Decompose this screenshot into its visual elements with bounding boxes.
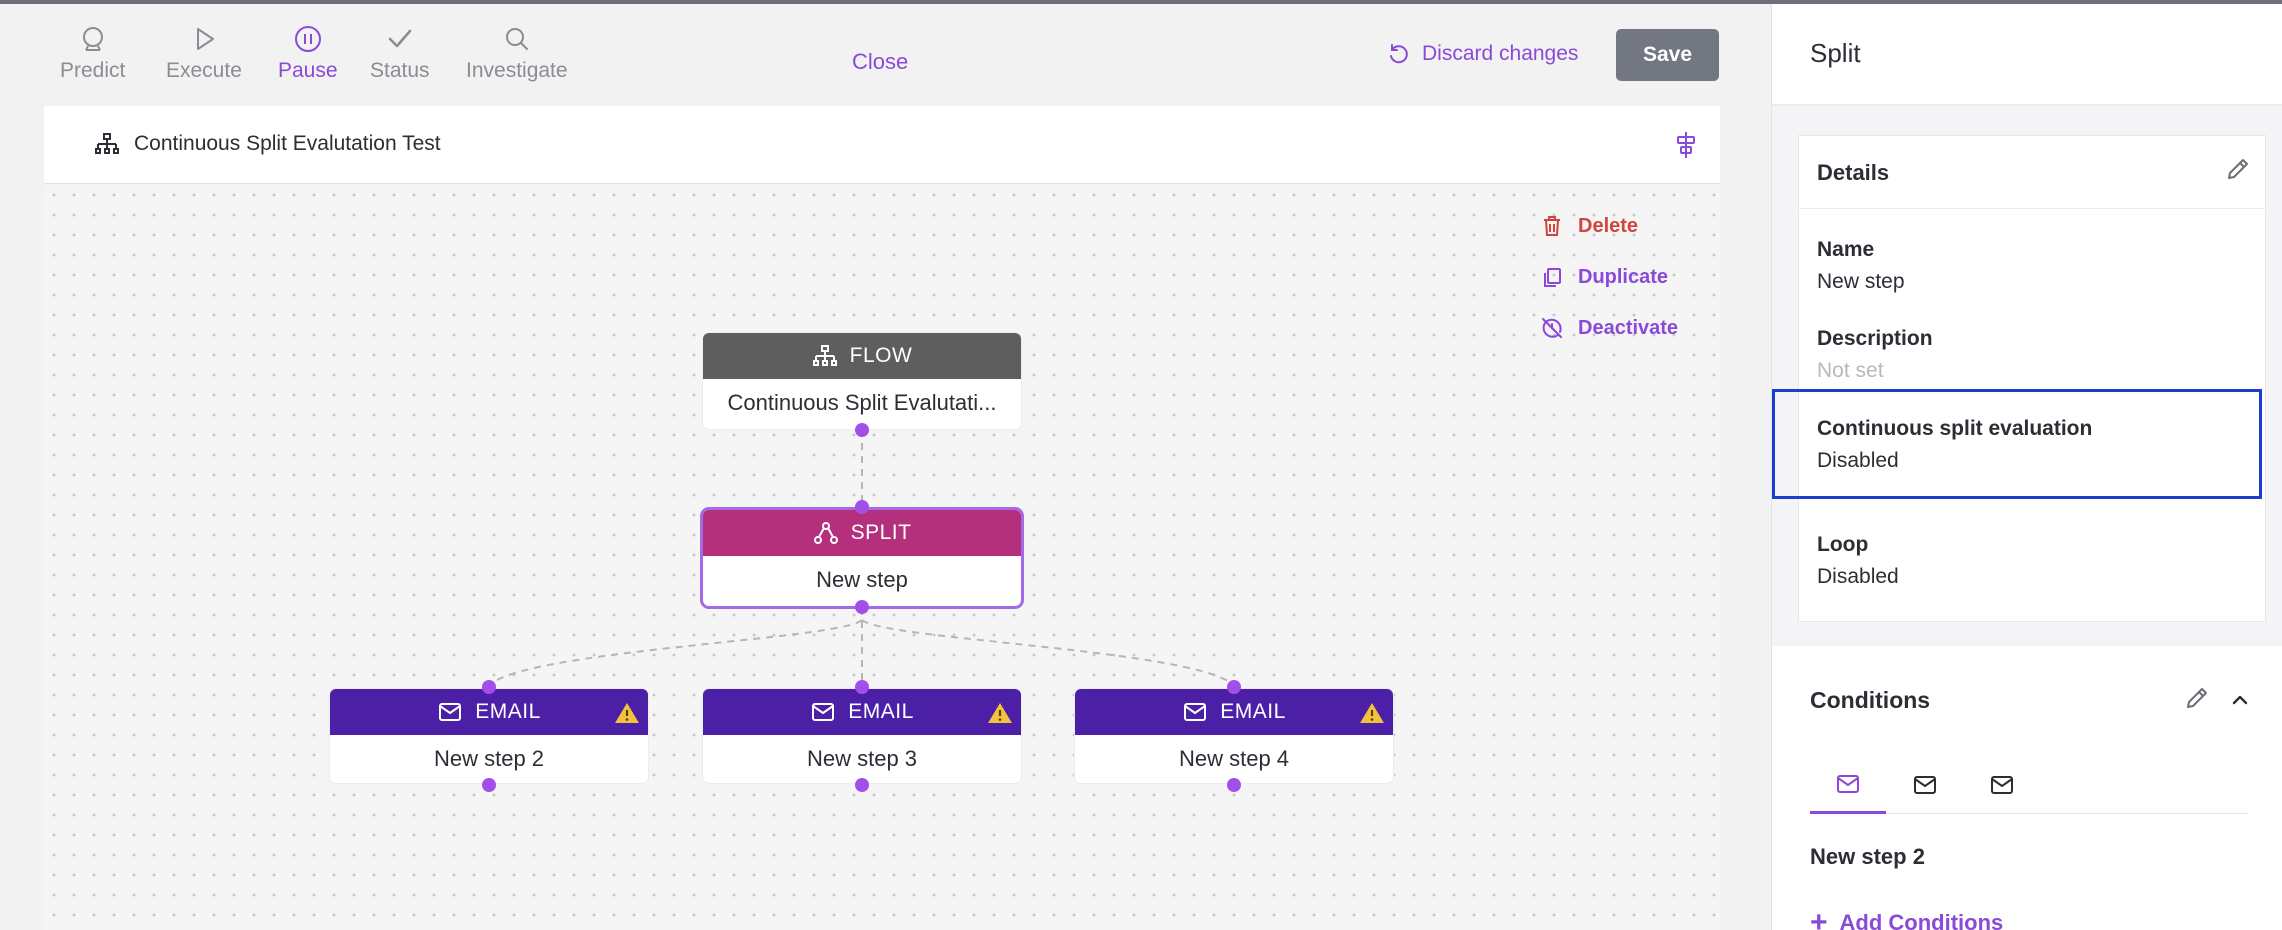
deactivate-button[interactable]: Deactivate bbox=[1540, 316, 1678, 340]
name-label: Name bbox=[1817, 238, 1875, 261]
continuous-split-value: Disabled bbox=[1817, 449, 1899, 472]
email-node-type: EMAIL bbox=[1220, 700, 1286, 723]
mail-icon bbox=[1914, 776, 1936, 794]
selected-step-name: New step 2 bbox=[1810, 844, 1925, 869]
warning-icon bbox=[1360, 703, 1384, 723]
flow-node[interactable]: FLOW Continuous Split Evalutati... bbox=[703, 333, 1021, 437]
mail-icon bbox=[1837, 774, 1859, 793]
email-node-type: EMAIL bbox=[475, 700, 541, 723]
details-header-divider bbox=[1799, 208, 2265, 209]
investigate-tool[interactable]: Investigate bbox=[466, 24, 568, 83]
properties-panel: Split Details Name New step Description … bbox=[1771, 4, 2282, 930]
save-button[interactable]: Save bbox=[1616, 29, 1719, 81]
deactivate-label: Deactivate bbox=[1578, 316, 1679, 339]
mail-icon bbox=[1184, 703, 1207, 721]
email-node-in-port[interactable] bbox=[482, 680, 496, 694]
plus-icon: + bbox=[1810, 906, 1828, 930]
email-node-name: New step 3 bbox=[806, 746, 918, 771]
pause-icon bbox=[294, 26, 321, 52]
email-node-in-port[interactable] bbox=[1227, 680, 1241, 694]
split-node-name: New step bbox=[816, 567, 908, 592]
status-tool[interactable]: Status bbox=[370, 24, 430, 83]
name-value: New step bbox=[1817, 270, 1905, 293]
align-center-icon[interactable] bbox=[1672, 130, 1700, 160]
undo-icon bbox=[1390, 44, 1408, 64]
split-node-in-port[interactable] bbox=[855, 500, 869, 514]
condition-tab-new-step-4[interactable] bbox=[1964, 756, 2040, 814]
flow-icon bbox=[812, 345, 837, 366]
close-link[interactable]: Close bbox=[852, 49, 908, 75]
pencil-icon[interactable] bbox=[2225, 156, 2251, 182]
add-conditions-label: Add Conditions bbox=[1839, 910, 2004, 930]
panel-title: Split bbox=[1810, 38, 1861, 68]
split-node-out-port[interactable] bbox=[855, 600, 869, 614]
pause-tool[interactable]: Pause bbox=[278, 24, 338, 83]
flow-node-header: FLOW bbox=[703, 333, 1021, 379]
delete-button[interactable]: Delete bbox=[1540, 214, 1638, 238]
trash-icon bbox=[1544, 216, 1560, 236]
email-node-name: New step 2 bbox=[433, 746, 545, 771]
continuous-split-label: Continuous split evaluation bbox=[1817, 417, 2093, 440]
pencil-icon[interactable] bbox=[2184, 685, 2210, 711]
email-node-type: EMAIL bbox=[848, 700, 914, 723]
details-header: Details bbox=[1817, 160, 1890, 185]
warning-icon bbox=[988, 703, 1012, 723]
condition-tab-new-step-2[interactable] bbox=[1810, 756, 1886, 814]
duplicate-label: Duplicate bbox=[1578, 265, 1669, 288]
copy-icon bbox=[1544, 268, 1561, 287]
warning-icon bbox=[615, 703, 639, 723]
predict-label: Predict bbox=[60, 59, 126, 82]
email-node[interactable]: EMAIL New step 4 bbox=[1075, 680, 1393, 792]
predict-tool[interactable]: Predict bbox=[60, 24, 125, 83]
execute-tool[interactable]: Execute bbox=[166, 24, 242, 83]
split-node[interactable]: SPLIT New step bbox=[703, 500, 1021, 614]
email-node[interactable]: EMAIL New step 3 bbox=[703, 680, 1021, 792]
add-conditions-button[interactable]: + Add Conditions bbox=[1810, 906, 2004, 930]
split-node-type: SPLIT bbox=[850, 521, 912, 544]
conditions-tabs bbox=[1810, 756, 2248, 814]
pause-label: Pause bbox=[278, 59, 338, 82]
delete-label: Delete bbox=[1578, 214, 1639, 237]
condition-tab-new-step-3[interactable] bbox=[1887, 756, 1963, 814]
discard-changes-label: Discard changes bbox=[1422, 42, 1579, 65]
search-icon bbox=[505, 28, 528, 50]
canvas-header: Continuous Split Evalutation Test bbox=[44, 106, 1720, 184]
deactivate-icon bbox=[1542, 318, 1562, 338]
description-label: Description bbox=[1817, 327, 1933, 350]
duplicate-button[interactable]: Duplicate bbox=[1540, 265, 1668, 289]
flow-node-type: FLOW bbox=[849, 344, 913, 367]
mail-icon bbox=[812, 703, 835, 721]
email-node-header: EMAIL bbox=[1075, 689, 1393, 735]
loop-value: Disabled bbox=[1817, 565, 1899, 588]
chevron-up-icon[interactable] bbox=[2230, 690, 2250, 710]
flow-icon bbox=[95, 133, 119, 154]
description-value: Not set bbox=[1817, 359, 1884, 382]
email-node-in-port[interactable] bbox=[855, 680, 869, 694]
predict-icon bbox=[82, 27, 103, 51]
investigate-label: Investigate bbox=[466, 59, 568, 82]
loop-label: Loop bbox=[1817, 533, 1869, 556]
toolbar: Predict Execute Pause Status Investigate… bbox=[0, 4, 1770, 104]
email-node-header: EMAIL bbox=[703, 689, 1021, 735]
flow-node-out-port[interactable] bbox=[855, 423, 869, 437]
execute-label: Execute bbox=[166, 59, 242, 82]
discard-changes-button[interactable]: Discard changes bbox=[1386, 42, 1578, 66]
email-node-header: EMAIL bbox=[330, 689, 648, 735]
email-node-out-port[interactable] bbox=[855, 778, 869, 792]
email-node-out-port[interactable] bbox=[1227, 778, 1241, 792]
split-node-header: SPLIT bbox=[703, 510, 1021, 556]
split-icon bbox=[813, 522, 838, 544]
check-icon bbox=[388, 29, 412, 48]
mail-icon bbox=[1991, 776, 2013, 794]
email-node-name: New step 4 bbox=[1178, 746, 1290, 771]
details-card: Details Name New step Description Not se… bbox=[1798, 135, 2266, 622]
status-label: Status bbox=[370, 59, 430, 82]
flow-node-name: Continuous Split Evalutati... bbox=[727, 390, 997, 415]
email-node[interactable]: EMAIL New step 2 bbox=[330, 680, 648, 792]
mail-icon bbox=[439, 703, 462, 721]
play-icon bbox=[196, 28, 214, 50]
email-node-out-port[interactable] bbox=[482, 778, 496, 792]
flow-title: Continuous Split Evalutation Test bbox=[134, 132, 441, 155]
conditions-title: Conditions bbox=[1810, 687, 1931, 713]
